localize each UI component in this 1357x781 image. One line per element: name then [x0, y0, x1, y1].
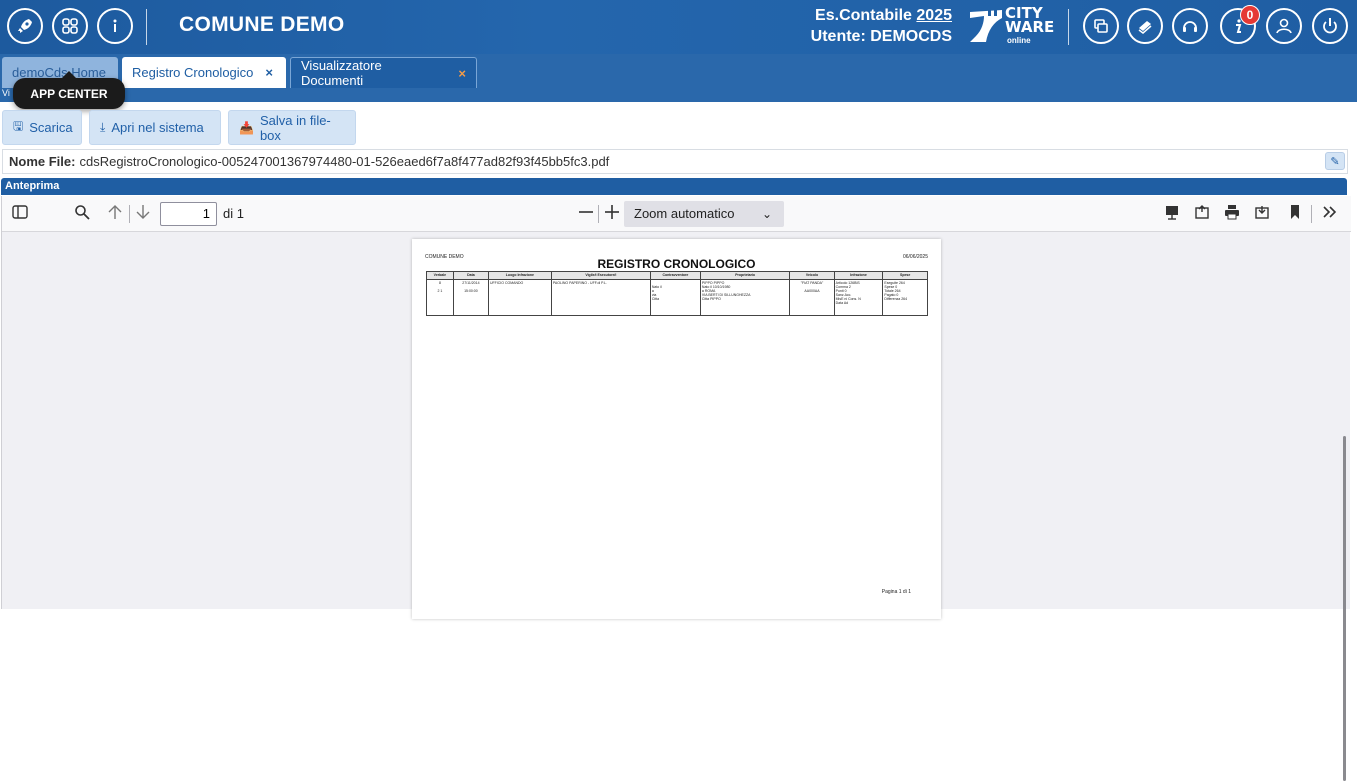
pdf-col-header: Veicolo	[789, 271, 835, 280]
app-center-tooltip: APP CENTER	[13, 71, 125, 109]
user-label: Utente: DEMOCDS	[810, 28, 952, 45]
rocket-icon	[18, 19, 32, 33]
notification-badge: 0	[1240, 5, 1260, 25]
sidebar-toggle-icon[interactable]	[12, 204, 28, 225]
filename-label: Nome File:	[9, 154, 76, 169]
pdf-cell: "FIAT PANDA" AA000AA	[789, 279, 835, 316]
windows-button[interactable]	[1083, 8, 1119, 44]
open-label: Apri nel sistema	[111, 120, 204, 135]
tab-visualizzatore-documenti[interactable]: Visualizzatore Documenti ×	[290, 57, 477, 88]
previous-page-icon[interactable]	[107, 204, 123, 225]
zoom-out-icon[interactable]	[578, 204, 594, 225]
pencil-icon: ✎	[1330, 155, 1340, 168]
docs-button[interactable]	[1127, 8, 1163, 44]
preview-header: Anteprima	[1, 178, 1347, 195]
headset-icon	[1183, 21, 1197, 32]
pdf-col-header: Verbale	[426, 271, 454, 280]
tab-label: Visualizzatore Documenti	[301, 58, 382, 88]
tab-registro-cronologico[interactable]: Registro Cronologico ×	[122, 57, 286, 88]
download-arrow-icon: ⤓	[100, 120, 106, 134]
pdf-col-header: Contravventore	[649, 271, 701, 280]
pdf-col-header: Spese	[882, 271, 928, 280]
sub-header: Vi	[0, 88, 1357, 102]
pdf-col-header: Proprietario	[699, 271, 791, 280]
grid-icon	[62, 18, 78, 34]
accounting-info: Es.Contabile 2025 Utente: DEMOCDS	[790, 5, 952, 47]
pdf-toolbar: 1 di 1 Zoom automatico ⌄	[2, 196, 1351, 232]
floppy-icon: 🖫	[13, 119, 24, 133]
print-icon[interactable]	[1224, 204, 1240, 225]
search-icon[interactable]	[74, 204, 90, 225]
logo-online: online	[1007, 36, 1031, 45]
pdf-footer: Pagina 1 di 1	[881, 589, 911, 595]
filename-field: Nome File: cdsRegistroCronologico-005247…	[2, 149, 1348, 174]
pdf-cell: PIPPO PIPPO Nato il 10/10/1980 a ROMA VI…	[699, 279, 791, 316]
stack-icon	[1138, 21, 1152, 34]
pdf-col-header: Data	[452, 271, 489, 280]
zoom-in-icon[interactable]	[604, 204, 620, 225]
power-icon	[1323, 18, 1337, 34]
es-label: Es.Contabile	[815, 7, 912, 24]
info-button[interactable]	[97, 8, 133, 44]
pdf-col-header: Infrazione	[833, 271, 884, 280]
pdf-col-header: Luogo Infrazione	[487, 271, 552, 280]
pdf-cell: 27/11/2014 15:00:00	[452, 279, 489, 316]
open-in-system-button[interactable]: ⤓ Apri nel sistema	[89, 110, 221, 145]
cityware-logo: CITY WARE online	[968, 6, 1058, 46]
save-label: Salva in file-box	[259, 112, 331, 143]
info-dots-icon	[113, 19, 117, 32]
pdf-table: Verbale Data Luogo Infrazione Vigile/i E…	[426, 271, 928, 316]
pdf-cell: 8 2 1	[426, 279, 454, 316]
divider	[1068, 9, 1069, 45]
divider	[598, 205, 599, 223]
windows-icon	[1094, 19, 1108, 33]
zoom-value: Zoom automatico	[634, 206, 735, 221]
tab-label: Registro Cronologico	[132, 65, 254, 80]
logout-button[interactable]	[1312, 8, 1348, 44]
pdf-cell: PAOLINO PAPERINO - UFF.di P.L.	[550, 279, 651, 316]
pdf-cell: UFFICIO COMANDO	[487, 279, 552, 316]
save-icon[interactable]	[1254, 204, 1270, 225]
divider	[1311, 205, 1312, 223]
chevron-down-icon: ⌄	[761, 207, 772, 221]
top-bar: COMUNE DEMO Es.Contabile 2025 Utente: DE…	[0, 0, 1357, 54]
open-file-icon[interactable]	[1194, 204, 1210, 225]
logo-ware: WARE	[1005, 18, 1055, 36]
user-icon	[1276, 18, 1292, 34]
pdf-title: REGISTRO CRONOLOGICO	[597, 257, 756, 271]
pdf-cell: Eseguite 264 Spese 0 Totale 264 Pagato 0…	[882, 279, 928, 316]
save-filebox-button[interactable]: 📥 Salva in file-box	[228, 110, 356, 145]
edit-filename-button[interactable]: ✎	[1325, 152, 1345, 170]
filename-value: cdsRegistroCronologico-00524700136797448…	[79, 154, 610, 169]
pdf-cell: Articolo 126BIS Comma 2 Punti 0 Sanz.Acc…	[833, 279, 884, 316]
table-row: 8 2 1 27/11/2014 15:00:00 UFFICIO COMAND…	[426, 279, 928, 316]
close-icon[interactable]: ×	[265, 65, 273, 80]
page-title: COMUNE DEMO	[179, 13, 345, 36]
close-icon[interactable]: ×	[458, 66, 466, 81]
user-button[interactable]	[1266, 8, 1302, 44]
download-button[interactable]: 🖫 Scarica	[2, 110, 82, 145]
bookmark-icon[interactable]	[1289, 204, 1301, 225]
page-total: di 1	[223, 206, 244, 221]
es-year-link[interactable]: 2025	[916, 7, 952, 24]
cityware-logo-mark	[970, 10, 1002, 42]
zoom-select[interactable]: Zoom automatico ⌄	[624, 201, 784, 227]
pdf-col-header: Vigile/i Esecutore/i	[550, 271, 651, 280]
page-number-input[interactable]: 1	[160, 202, 217, 226]
next-page-icon[interactable]	[135, 204, 151, 225]
box-icon: 📥	[239, 120, 254, 135]
support-button[interactable]	[1172, 8, 1208, 44]
presentation-mode-icon[interactable]	[1164, 204, 1180, 225]
tab-bar: demoCds Home Registro Cronologico × Visu…	[0, 54, 1357, 88]
rocket-icon-button[interactable]	[7, 8, 43, 44]
divider	[129, 205, 130, 223]
pdf-page: COMUNE DEMO 06/06/2025 REGISTRO CRONOLOG…	[412, 239, 941, 619]
pdf-cell: Nato il a via Citta	[649, 279, 701, 316]
divider	[146, 9, 147, 45]
app-center-button[interactable]	[52, 8, 88, 44]
more-tools-icon[interactable]	[1322, 204, 1338, 225]
download-label: Scarica	[29, 120, 73, 135]
pdf-viewer: 1 di 1 Zoom automatico ⌄ COMUNE DEMO 06/…	[1, 196, 1351, 781]
